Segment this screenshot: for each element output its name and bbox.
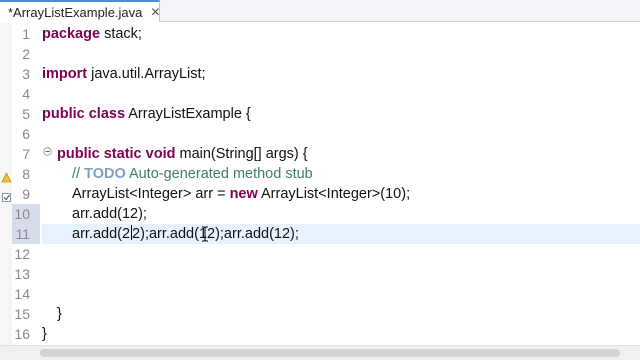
keyword: public <box>57 146 100 162</box>
keyword: static <box>103 146 142 162</box>
line-number-gutter: 1 2 3 4 5 6 7 8 9 10 11 12 13 14 15 16 <box>12 23 52 345</box>
code-text: java.util.ArrayList; <box>87 66 206 82</box>
line-number: 8 <box>22 166 30 182</box>
line-number: 6 <box>22 126 30 142</box>
keyword: class <box>88 106 126 122</box>
line-number: 15 <box>14 306 30 322</box>
line-number: 7 <box>22 146 30 162</box>
keyword: import <box>42 66 88 82</box>
line-number: 16 <box>14 326 30 342</box>
close-icon[interactable]: ✕ <box>150 6 160 18</box>
code-text: } <box>57 306 62 322</box>
scrollbar-thumb[interactable] <box>40 349 620 357</box>
line-number: 5 <box>22 106 30 122</box>
line-number: 12 <box>14 246 30 262</box>
code-text: stack; <box>100 26 142 42</box>
line-number: 9 <box>22 186 30 202</box>
todo-tag: TODO <box>84 166 126 182</box>
code-line-11-current: arr.add(2 2);arr.add(12);arr.add(12); <box>42 224 640 244</box>
code-text: ArrayListExample { <box>125 106 251 122</box>
keyword: public <box>42 106 85 122</box>
line-number: 1 <box>22 26 30 42</box>
line-number: 14 <box>14 286 30 302</box>
line-number: 13 <box>14 266 30 282</box>
code-line-14: } <box>57 304 640 324</box>
code-line-10: arr.add(12); <box>72 204 640 224</box>
horizontal-scrollbar[interactable] <box>0 345 640 360</box>
line-number: 10 <box>12 204 40 224</box>
ibeam-cursor-icon <box>202 226 208 242</box>
tab-label: *ArrayListExample.java <box>8 4 143 20</box>
code-text: } <box>42 326 47 342</box>
code-text: main(String[] args) { <box>175 146 308 162</box>
code-text: ArrayList<Integer> arr = <box>72 186 230 202</box>
code-line-8: // TODO Auto-generated method stub <box>72 164 640 184</box>
comment: Auto-generated method stub <box>125 166 313 182</box>
code-line-3: import java.util.ArrayList; <box>42 64 640 84</box>
line-number: 4 <box>22 86 30 102</box>
code-line-5: public class ArrayListExample { <box>42 104 640 124</box>
keyword: void <box>145 146 176 162</box>
code-line-7: public static void main(String[] args) { <box>57 144 640 164</box>
code-text: 2);arr.add(12);arr.add(12); <box>132 226 299 242</box>
keyword: new <box>229 186 258 202</box>
code-area[interactable]: package stack; import java.util.ArrayLis… <box>42 23 640 345</box>
tab-arraylistexample[interactable]: *ArrayListExample.java ✕ <box>0 0 160 22</box>
code-text: arr.add(12); <box>72 206 147 222</box>
code-line-9: ArrayList<Integer> arr = new ArrayList<I… <box>72 184 640 204</box>
code-text: arr.add(2 <box>72 226 131 242</box>
line-number: 11 <box>12 224 40 244</box>
line-number: 2 <box>22 46 30 62</box>
code-line-1: package stack; <box>42 24 640 44</box>
code-editor[interactable]: 1 2 3 4 5 6 7 8 9 10 11 12 13 14 15 16 p… <box>0 23 640 345</box>
editor-tab-bar: *ArrayListExample.java ✕ <box>0 0 640 22</box>
code-text: ArrayList<Integer>(10); <box>257 186 411 202</box>
comment: // <box>72 166 85 182</box>
line-number: 3 <box>22 66 30 82</box>
keyword: package <box>42 26 101 42</box>
